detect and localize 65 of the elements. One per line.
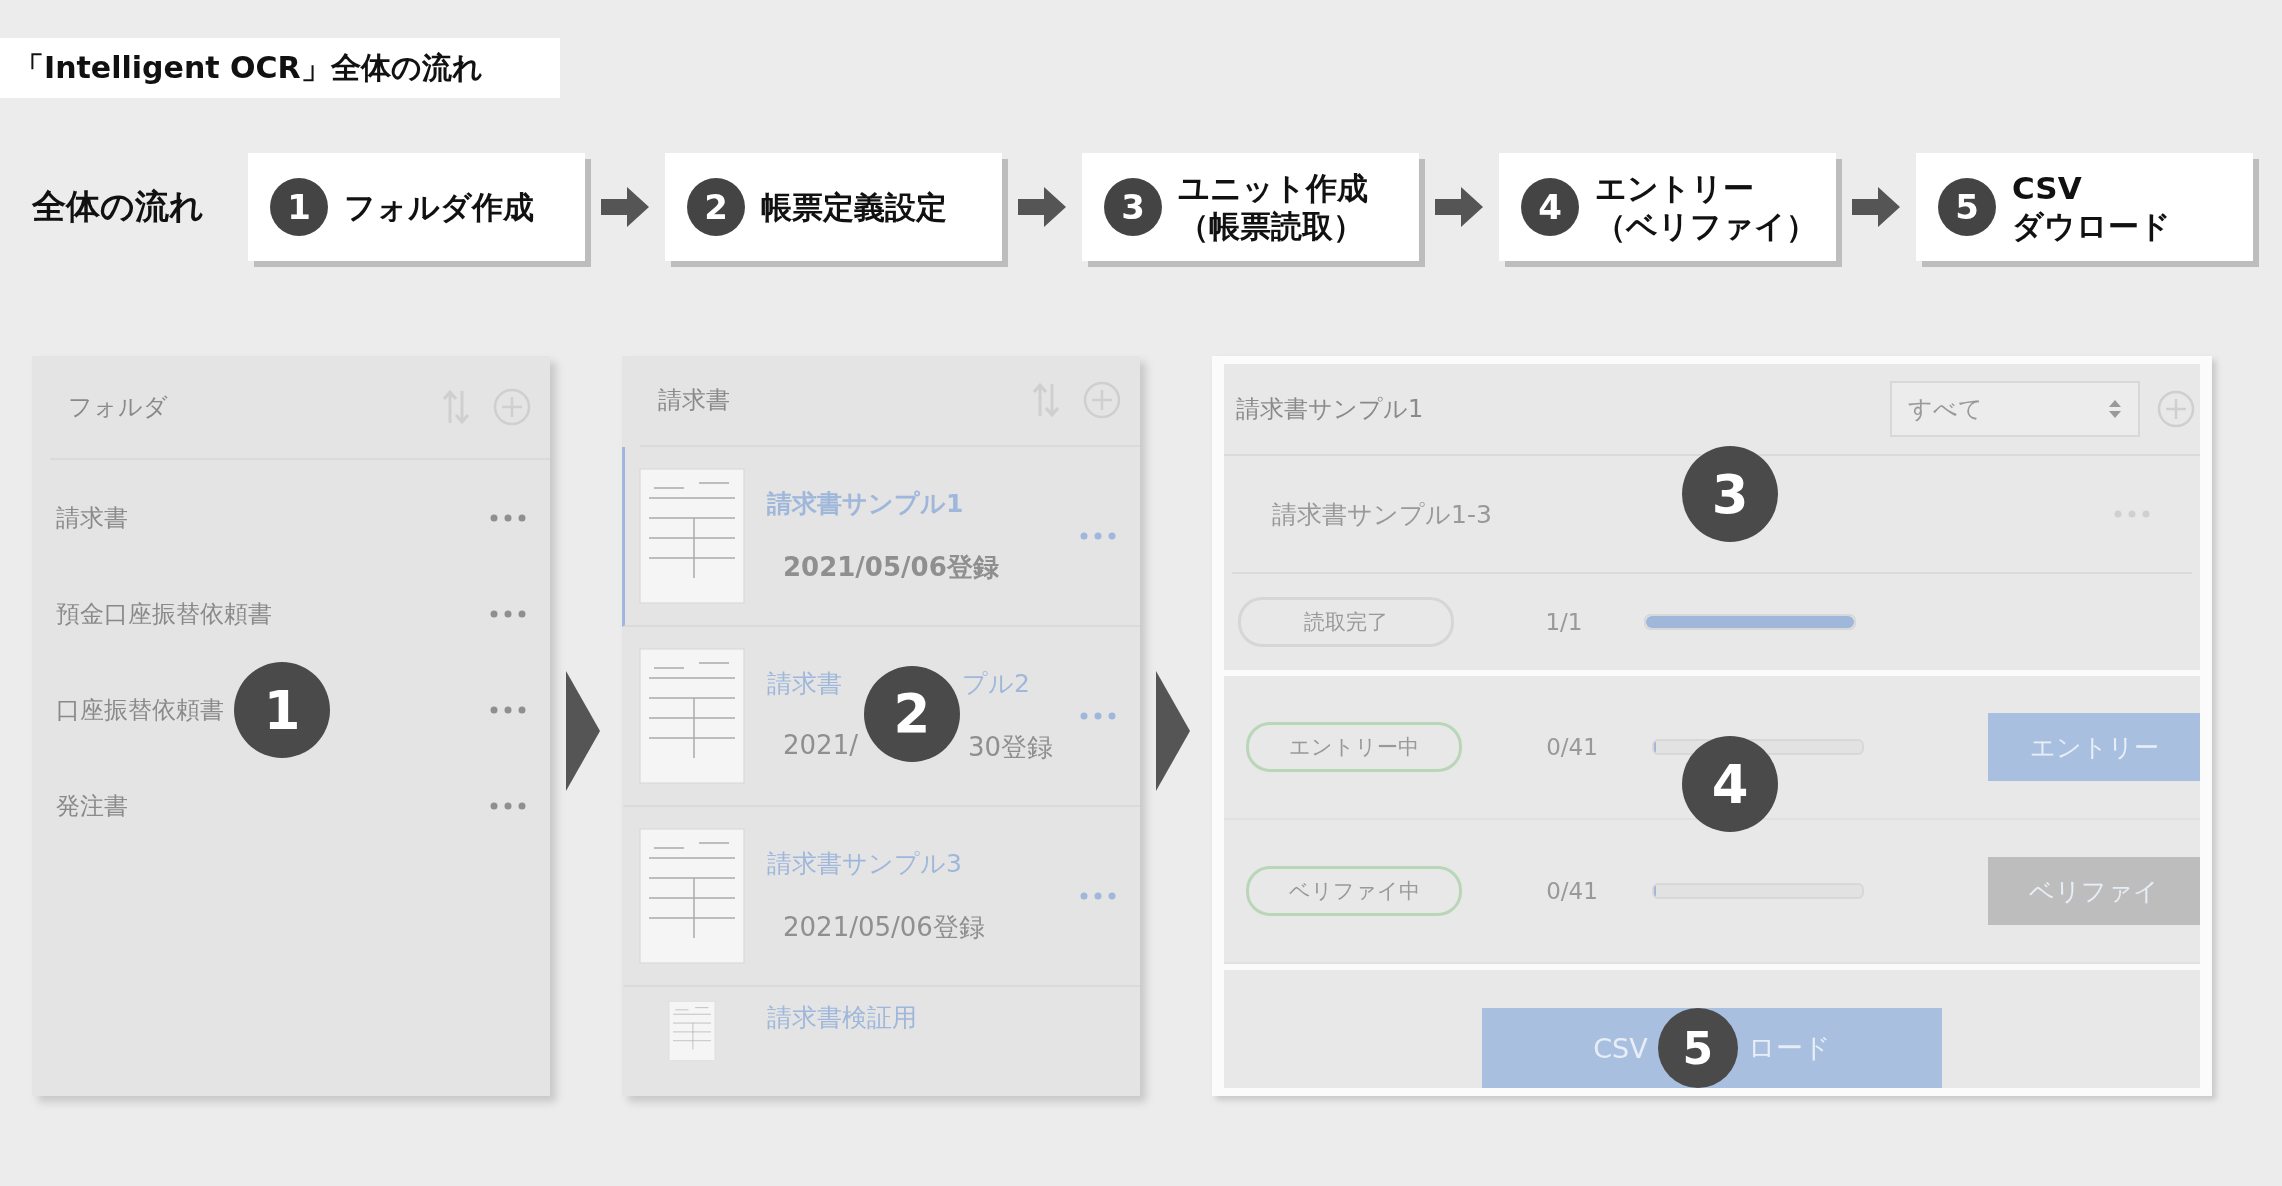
status-pill: 読取完了 — [1238, 597, 1454, 647]
document-item[interactable]: 請求書 プル2 2021/ 2 30登録 — [622, 626, 1140, 807]
step-label: （帳票読取） — [1178, 207, 1365, 245]
arrow-icon — [1852, 185, 1900, 229]
filter-select[interactable]: すべて — [1890, 381, 2140, 437]
step-number: 1 — [270, 178, 328, 236]
unit-name: 請求書サンプル1-3 — [1272, 498, 1492, 531]
count-text: 0/41 — [1545, 878, 1599, 904]
step-number: 2 — [687, 178, 745, 236]
registration-date: 30登録 — [967, 730, 1054, 764]
action-button[interactable]: エントリー — [1988, 713, 2200, 781]
count-text: 1/1 — [1544, 609, 1584, 635]
step-label: エントリー — [1595, 169, 1755, 207]
registration-date: 2021/05/06登録 — [783, 910, 985, 944]
panel-title: 請求書 — [658, 385, 731, 417]
folder-item[interactable]: 発注書 — [32, 758, 550, 854]
more-icon[interactable] — [488, 801, 528, 811]
step-label: フォルダ作成 — [344, 188, 534, 226]
arrow-icon — [1156, 671, 1190, 791]
registration-date: 2021/ — [783, 729, 858, 762]
registration-date: 2021/05/06登録 — [783, 550, 999, 584]
select-arrows-icon — [2108, 398, 2122, 420]
step-label: CSV — [2012, 169, 2083, 207]
step-label: 帳票定義設定 — [761, 188, 947, 226]
step-number: 3 — [1104, 178, 1162, 236]
panel-title: 請求書サンプル1 — [1236, 394, 1425, 425]
arrow-icon — [566, 671, 600, 791]
status-pill: エントリー中 — [1246, 722, 1462, 772]
more-icon[interactable] — [488, 705, 528, 715]
document-item[interactable]: 請求書検証用 — [622, 986, 1140, 1096]
document-name: 請求書サンプル1 — [767, 487, 964, 520]
more-icon[interactable] — [488, 513, 528, 523]
arrow-icon — [1435, 185, 1483, 229]
more-icon[interactable] — [1078, 710, 1118, 721]
more-icon[interactable] — [1078, 530, 1118, 541]
page-title: 「Intelligent OCR」全体の流れ — [0, 38, 560, 98]
step-label: ダウロード — [2012, 207, 2171, 245]
step-callout: 5 — [1657, 1008, 1738, 1088]
step-label: （ベリファイ） — [1595, 207, 1817, 245]
status-pill: ベリファイ中 — [1246, 866, 1462, 916]
arrow-icon — [601, 185, 649, 229]
step-number: 5 — [1938, 178, 1996, 236]
document-name: 請求書 — [767, 667, 842, 700]
step-label: ユニット作成 — [1178, 169, 1368, 207]
step-callout: 2 — [863, 665, 960, 762]
folder-item[interactable]: 預金口座振替依頼書 — [32, 566, 550, 662]
folder-item[interactable]: 請求書 — [32, 470, 550, 566]
step-callout: 1 — [234, 662, 330, 758]
document-name: 請求書検証用 — [767, 1001, 917, 1034]
document-item[interactable]: 請求書サンプル1 2021/05/06登録 — [622, 446, 1140, 627]
count-text: 0/41 — [1545, 734, 1599, 760]
more-icon[interactable] — [488, 609, 528, 619]
csv-download-button[interactable]: CSV 5 ロード — [1482, 1008, 1942, 1088]
folder-item[interactable]: 口座振替依頼書 1 — [32, 662, 550, 758]
more-icon[interactable] — [1078, 890, 1118, 901]
more-icon[interactable] — [2112, 509, 2152, 519]
add-icon[interactable] — [2156, 389, 2196, 429]
document-item[interactable]: 請求書サンプル3 2021/05/06登録 — [622, 806, 1140, 987]
action-button[interactable]: ベリファイ — [1988, 857, 2200, 925]
arrow-icon — [1018, 185, 1066, 229]
document-name: 請求書サンプル3 — [767, 847, 962, 880]
step-number: 4 — [1521, 178, 1579, 236]
document-name: プル2 — [962, 667, 1030, 700]
panel-title: フォルダ — [68, 392, 169, 423]
flow-label: 全体の流れ — [32, 185, 205, 228]
